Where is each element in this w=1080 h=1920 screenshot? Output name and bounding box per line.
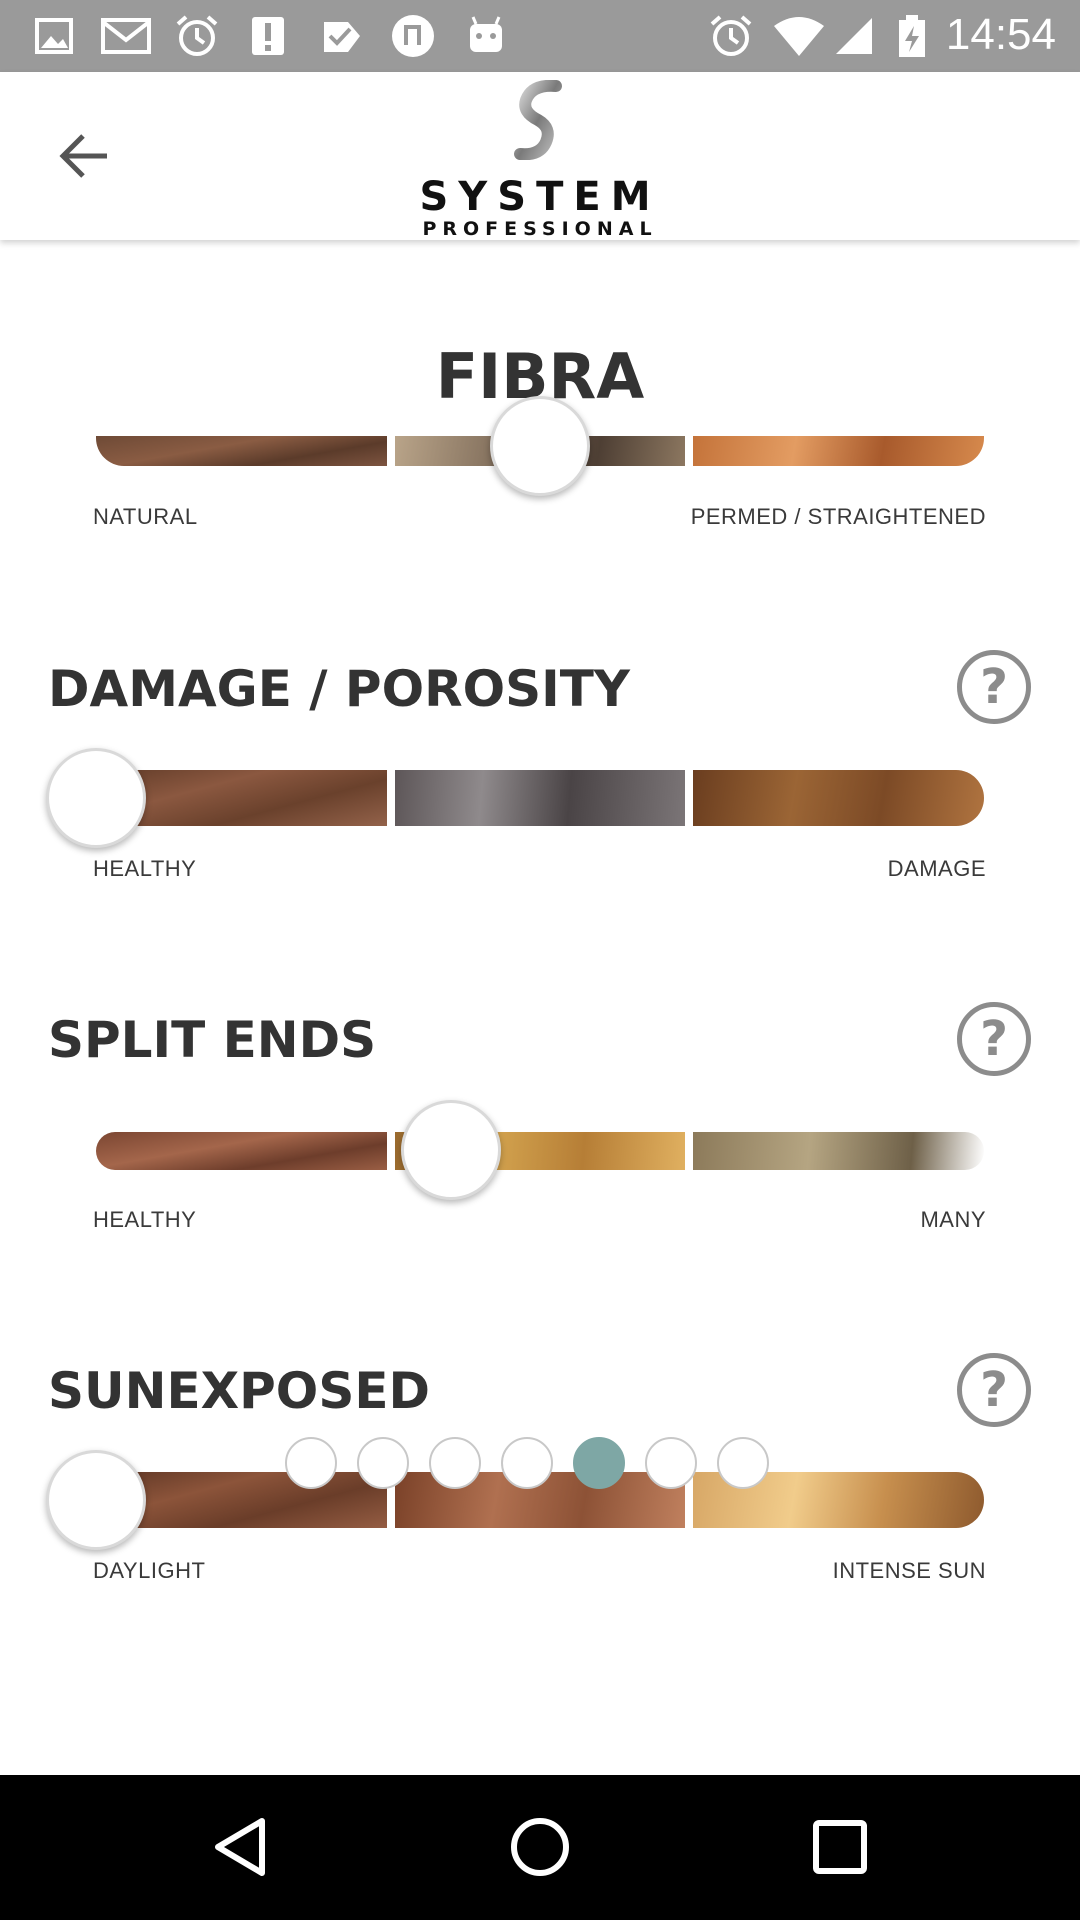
question-mark-icon: ? [980, 1011, 1008, 1067]
system-nav-bar [0, 1775, 1080, 1920]
brand-logo: SYSTEM PROFESSIONAL [418, 78, 662, 240]
back-triangle-icon [215, 1818, 265, 1876]
nav-home-button[interactable] [500, 1807, 580, 1887]
hair-swatch-many-split [693, 1132, 984, 1170]
fibra-right-label: PERMED / STRAIGHTENED [690, 504, 986, 529]
gmail-icon [101, 18, 151, 54]
split-ends-slider-thumb[interactable] [401, 1100, 501, 1200]
status-clock: 14:54 [945, 10, 1056, 59]
page-dot-3[interactable] [429, 1437, 481, 1489]
page-dot-4[interactable] [501, 1437, 553, 1489]
hair-swatch-natural [96, 436, 387, 466]
alarm-icon [176, 15, 218, 56]
split-ends-help-button[interactable]: ? [957, 1002, 1031, 1076]
damage-slider-track[interactable] [96, 770, 984, 826]
android-icon [470, 16, 502, 52]
arrow-left-icon [59, 134, 107, 178]
hair-swatch-damaged [693, 770, 984, 826]
fibra-slider-thumb[interactable] [490, 396, 590, 496]
split-ends-slider-track[interactable] [96, 1132, 984, 1170]
sunexposed-slider-thumb[interactable] [46, 1450, 146, 1550]
split-ends-section-title: SPLIT ENDS [48, 1011, 377, 1069]
split-ends-left-label: HEALTHY [93, 1207, 197, 1232]
music-icon [392, 15, 434, 57]
split-ends-right-label: MANY [920, 1207, 986, 1232]
nav-recents-button[interactable] [800, 1807, 880, 1887]
gallery-icon [35, 18, 73, 54]
check-icon [324, 22, 360, 52]
page-dot-7[interactable] [717, 1437, 769, 1489]
signal-icon [836, 18, 872, 54]
damage-left-label: HEALTHY [93, 856, 197, 881]
question-mark-icon: ? [980, 659, 1008, 715]
logo-wordmark: SYSTEM [419, 174, 661, 220]
status-bar: 14:54 [0, 0, 1080, 72]
sunexposed-help-button[interactable]: ? [957, 1353, 1031, 1427]
logo-mark-icon [514, 80, 562, 160]
page-dot-6[interactable] [645, 1437, 697, 1489]
damage-right-label: DAMAGE [887, 856, 986, 881]
nav-back-button[interactable] [200, 1807, 280, 1887]
page-dot-1[interactable] [285, 1437, 337, 1489]
back-button[interactable] [40, 116, 128, 196]
fibra-left-label: NATURAL [93, 504, 198, 529]
battery-icon [899, 15, 925, 57]
sunexposed-section-title: SUNEXPOSED [48, 1362, 430, 1420]
app-bar: SYSTEM PROFESSIONAL [0, 72, 1080, 240]
damage-slider-thumb[interactable] [46, 748, 146, 848]
question-mark-icon: ? [980, 1362, 1008, 1418]
hair-swatch-permed [693, 436, 984, 466]
sunexposed-right-label: INTENSE SUN [832, 1558, 986, 1583]
questionnaire-content: FIBRA NATURAL PERMED / STRAIGHTENED DAMA… [0, 240, 1080, 1775]
damage-section-title: DAMAGE / POROSITY [48, 660, 631, 718]
hair-swatch-grey [394, 770, 686, 826]
sunexposed-left-label: DAYLIGHT [93, 1558, 206, 1583]
hair-swatch-healthy [96, 1132, 387, 1170]
logo-subtitle: PROFESSIONAL [422, 218, 658, 240]
damage-help-button[interactable]: ? [957, 650, 1031, 724]
alarm-icon [710, 15, 752, 56]
home-circle-icon [511, 1818, 569, 1876]
wifi-icon [774, 17, 824, 56]
page-dot-5-active[interactable] [573, 1437, 625, 1489]
recents-square-icon [813, 1820, 867, 1874]
page-dot-2[interactable] [357, 1437, 409, 1489]
page-indicator [285, 1437, 769, 1489]
alert-icon [252, 17, 284, 55]
